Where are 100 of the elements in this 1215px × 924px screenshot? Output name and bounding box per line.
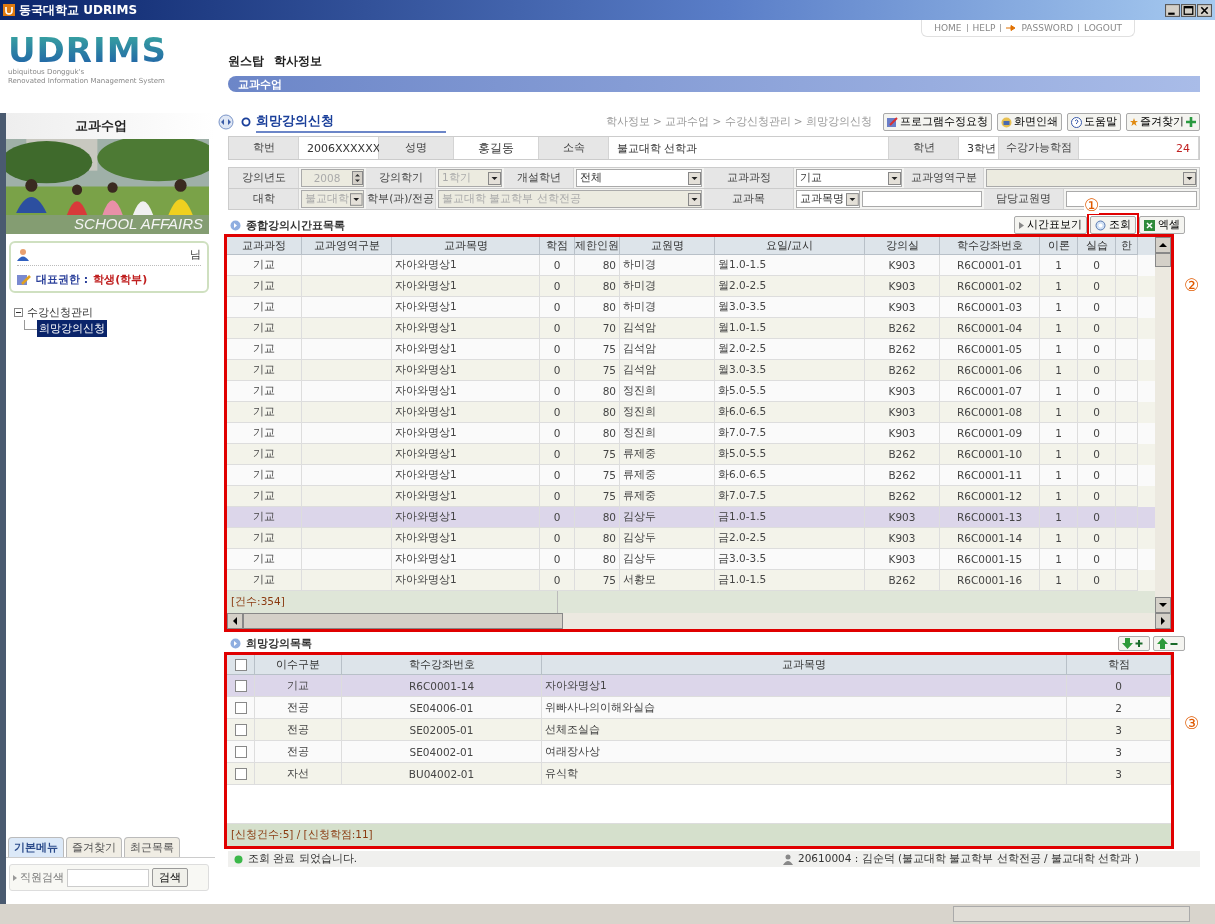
table-row[interactable]: 기교 자아와명상1 0 70 김석암 월1.0-1.5 B262 R6C0001-04 1 0	[227, 318, 1155, 339]
checkbox[interactable]	[234, 658, 247, 671]
checkbox[interactable]	[234, 745, 247, 758]
field-label: 교과목	[704, 189, 794, 209]
help-icon	[1071, 116, 1082, 128]
table-row[interactable]: 기교 자아와명상1 0 80 정진희 화7.0-7.5 K903 R6C0001-09 1 0	[227, 423, 1155, 444]
dropdown[interactable]: 교과목명	[796, 190, 860, 208]
picture-caption: SCHOOL AFFAIRS	[74, 215, 203, 232]
section-title: 종합강의시간표목록	[246, 217, 345, 233]
scroll-right-icon[interactable]	[1155, 613, 1171, 629]
user-icon	[783, 853, 793, 865]
collapse-icon[interactable]	[14, 308, 23, 317]
toolbar-button[interactable]: 즐겨찾기	[1126, 113, 1200, 131]
sidebar-tab[interactable]: 즐겨찾기	[66, 837, 122, 857]
table-row[interactable]: 전공 SE04002-01 여래장사상 3	[227, 741, 1171, 763]
toolbar-button[interactable]: 도움말	[1067, 113, 1121, 131]
scroll-thumb[interactable]	[243, 613, 563, 629]
dropdown[interactable]: 전체	[576, 169, 702, 187]
add-button[interactable]	[1118, 635, 1150, 651]
field-label: 대학	[229, 189, 299, 209]
action-button[interactable]: 시간표보기	[1014, 216, 1087, 234]
arrow-down-plus-icon	[1122, 637, 1146, 649]
table-row[interactable]: 기교 R6C0001-14 자아와명상1 0	[227, 675, 1171, 697]
arrow-up-minus-icon	[1157, 637, 1181, 649]
field-label: 교과영역구분	[904, 168, 984, 188]
horizontal-scrollbar[interactable]	[227, 613, 1171, 629]
search-button[interactable]: 검색	[152, 868, 188, 887]
role-label: 대표권한 :	[36, 272, 89, 287]
table-row[interactable]: 기교 자아와명상1 0 75 류제중 화5.0-5.5 B262 R6C0001-10 1 0	[227, 444, 1155, 465]
annotation-number: ②	[1184, 276, 1200, 294]
search-field[interactable]	[67, 868, 149, 887]
top-link[interactable]: HELP	[972, 23, 996, 33]
table-row[interactable]: 기교 자아와명상1 0 80 하미경 월3.0-3.5 K903 R6C0001-03 1 0	[227, 297, 1155, 318]
vertical-scrollbar[interactable]	[1155, 237, 1171, 613]
remove-button[interactable]	[1153, 635, 1185, 651]
table-row[interactable]: 전공 SE02005-01 선체조실습 3	[227, 719, 1171, 741]
top-menu-item[interactable]: 학사정보	[274, 53, 322, 70]
table-row[interactable]: 기교 자아와명상1 0 80 김상두 금1.0-1.5 K903 R6C0001-13 1 0	[227, 507, 1155, 528]
annotation-number: ③	[1184, 714, 1200, 732]
scroll-left-icon[interactable]	[227, 613, 243, 629]
table-row[interactable]: 기교 자아와명상1 0 75 김석암 월3.0-3.5 B262 R6C0001-06 1 0	[227, 360, 1155, 381]
table-row[interactable]: 기교 자아와명상1 0 80 정진희 화6.0-6.5 K903 R6C0001-08 1 0	[227, 402, 1155, 423]
table-row[interactable]: 기교 자아와명상1 0 80 김상두 금2.0-2.5 K903 R6C0001-14 1 0	[227, 528, 1155, 549]
top-link[interactable]: HOME	[934, 23, 962, 33]
field-value: 3학년	[959, 137, 999, 159]
field-label: 교과과정	[704, 168, 794, 188]
sidebar-tab[interactable]: 기본메뉴	[8, 837, 64, 857]
star-icon	[1130, 118, 1138, 126]
top-link[interactable]: LOGOUT	[1084, 23, 1122, 33]
minimize-icon[interactable]	[1165, 3, 1180, 17]
table-row[interactable]: 기교 자아와명상1 0 75 류제중 화7.0-7.5 B262 R6C0001-12 1 0	[227, 486, 1155, 507]
circle-icon	[241, 117, 251, 127]
action-button[interactable]: 조회	[1090, 216, 1136, 234]
tree-item[interactable]: 희망강의신청	[37, 320, 107, 337]
top-link[interactable]: PASSWORD	[1021, 23, 1074, 33]
table-row[interactable]: 기교 자아와명상1 0 80 하미경 월2.0-2.5 K903 R6C0001-02 1 0	[227, 276, 1155, 297]
field-value: 2006XXXXXX	[299, 137, 379, 159]
summary-text: [신청건수:5] / [신청학점:11]	[230, 827, 374, 842]
top-menu-item[interactable]: 원스탑	[228, 53, 264, 70]
table-row[interactable]: 자선 BU04002-01 유식학 3	[227, 763, 1171, 785]
pencil-note-icon	[17, 273, 31, 286]
checkbox[interactable]	[234, 767, 247, 780]
sidebar-tab[interactable]: 최근목록	[124, 837, 180, 857]
field-value: 홍길동	[454, 137, 539, 159]
checkbox[interactable]	[234, 701, 247, 714]
close-icon[interactable]	[1197, 3, 1212, 17]
table-row[interactable]: 기교 자아와명상1 0 75 김석암 월2.0-2.5 B262 R6C0001-05 1 0	[227, 339, 1155, 360]
app-icon	[3, 4, 15, 16]
field-label: 강의학기	[366, 168, 436, 188]
chevron-icon	[13, 874, 17, 881]
maximize-icon[interactable]	[1181, 3, 1196, 17]
scroll-down-icon[interactable]	[1155, 597, 1171, 613]
field-value: 불교대학 선학과	[609, 137, 889, 159]
scroll-thumb[interactable]	[1155, 253, 1171, 267]
toggle-sidebar-icon[interactable]	[218, 114, 234, 130]
field-label: 소속	[539, 137, 609, 159]
field-label: 강의년도	[229, 168, 299, 188]
table-row[interactable]: 기교 자아와명상1 0 80 김상두 금3.0-3.5 K903 R6C0001-15 1 0	[227, 549, 1155, 570]
table-row[interactable]: 기교 자아와명상1 0 75 서황모 금1.0-1.5 B262 R6C0001-16 1 0	[227, 570, 1155, 591]
tree-item[interactable]: 수강신청관리	[27, 305, 93, 320]
action-button[interactable]: 엑셀	[1139, 216, 1185, 234]
checkbox[interactable]	[234, 679, 247, 692]
scroll-up-icon[interactable]	[1155, 237, 1171, 253]
field-label: 성명	[379, 137, 454, 159]
table-row[interactable]: 기교 자아와명상1 0 80 하미경 월1.0-1.5 K903 R6C0001-01 1 0	[227, 255, 1155, 276]
table-row[interactable]: 기교 자아와명상1 0 75 류제중 화6.0-6.5 B262 R6C0001-11 1 0	[227, 465, 1155, 486]
text-field[interactable]	[862, 191, 982, 207]
arrow-icon	[1006, 25, 1017, 31]
toolbar-button[interactable]: 프로그램수정요청	[883, 113, 992, 131]
dropdown[interactable]: 기교	[796, 169, 902, 187]
field-label: 담당교원명	[984, 189, 1064, 209]
bullet-icon	[230, 637, 241, 649]
toolbar-button[interactable]: 화면인쇄	[997, 113, 1062, 131]
breadcrumb: 학사정보 > 교과수업 > 수강신청관리 > 희망강의신청	[605, 115, 872, 129]
role-value: 학생(학부)	[93, 272, 148, 287]
chevron-icon	[1019, 221, 1024, 229]
checkbox[interactable]	[234, 723, 247, 736]
table-row[interactable]: 전공 SE04006-01 위빠사나의이해와실습 2	[227, 697, 1171, 719]
status-dot-icon	[234, 854, 243, 864]
table-row[interactable]: 기교 자아와명상1 0 80 정진희 화5.0-5.5 K903 R6C0001-07 1 0	[227, 381, 1155, 402]
